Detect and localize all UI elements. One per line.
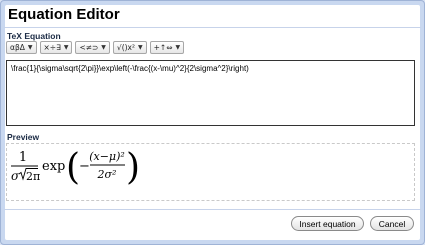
- title-divider: [4, 27, 421, 28]
- tex-equation-label: TeX Equation: [7, 31, 61, 41]
- second-denominator: 2σ²: [97, 168, 117, 181]
- preview-label: Preview: [7, 132, 40, 142]
- symbol-toolbar: αβΔ ▼ ×÷∃ ▼ <≠⊃ ▼ √()x² ▼ +↑⇔ ▼: [6, 41, 185, 55]
- greek-letters-icon: αβΔ: [10, 43, 25, 52]
- tex-input[interactable]: \frac{1}{\sigma\sqrt{2\pi}}\exp\left(-\f…: [6, 60, 415, 126]
- arrows-icon: +↑⇔: [153, 43, 173, 52]
- equation-preview: 1 σ 2π exp ( − (x−μ)² 2σ² ): [6, 143, 415, 201]
- dialog-title: Equation Editor: [8, 6, 120, 23]
- right-paren: ): [126, 147, 140, 188]
- insert-equation-button[interactable]: Insert equation: [291, 216, 364, 231]
- dropdown-arrow-icon: ▼: [63, 44, 69, 51]
- dropdown-arrow-icon: ▼: [138, 44, 143, 51]
- relations-menu[interactable]: <≠⊃ ▼: [75, 41, 110, 54]
- exp-function: exp: [42, 159, 65, 174]
- math-structures-menu[interactable]: √()x² ▼: [112, 41, 147, 54]
- footer-divider: [4, 209, 421, 210]
- fraction-numerator: 1: [19, 150, 27, 165]
- dropdown-arrow-icon: ▼: [175, 44, 181, 51]
- operators-icon: ×÷∃: [43, 43, 61, 52]
- greek-letters-menu[interactable]: αβΔ ▼: [6, 41, 37, 54]
- left-paren: (: [66, 147, 80, 188]
- second-numerator: (x−μ)²: [89, 150, 125, 163]
- math-structures-icon: √()x²: [116, 43, 135, 52]
- operators-menu[interactable]: ×÷∃ ▼: [39, 41, 73, 54]
- dropdown-arrow-icon: ▼: [27, 44, 33, 51]
- cancel-button[interactable]: Cancel: [370, 216, 414, 231]
- sqrt-content: 2π: [26, 170, 40, 183]
- rendered-formula: 1 σ 2π exp ( − (x−μ)² 2σ² ): [11, 147, 140, 188]
- denominator-sigma: σ: [11, 169, 20, 183]
- dropdown-arrow-icon: ▼: [101, 44, 106, 51]
- relations-icon: <≠⊃: [79, 43, 99, 52]
- arrows-menu[interactable]: +↑⇔ ▼: [149, 41, 185, 54]
